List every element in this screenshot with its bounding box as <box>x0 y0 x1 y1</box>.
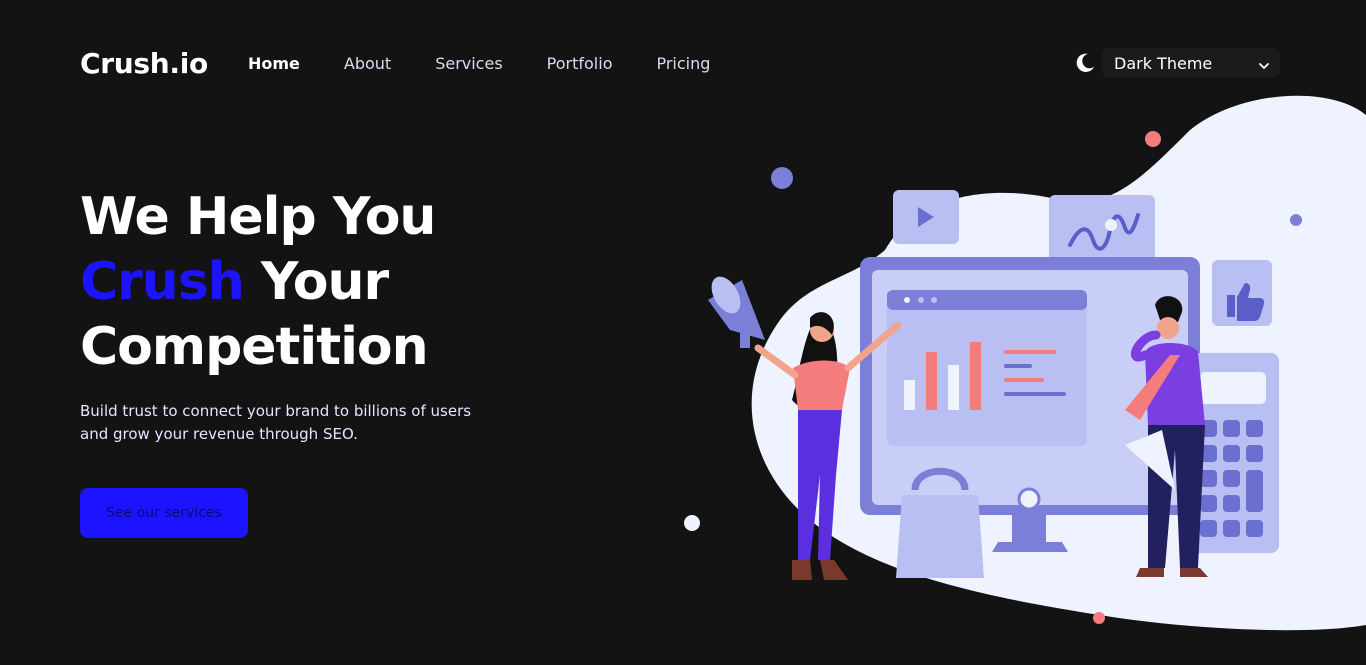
dot-small-purple <box>1290 214 1302 226</box>
marketing-illustration <box>684 95 1366 631</box>
hero-headline: We Help You Crush Your Competition <box>80 185 600 380</box>
site-header: Crush.io Home About Services Portfolio P… <box>80 40 1280 86</box>
dot-coral <box>1145 131 1161 147</box>
hero-illustration <box>670 90 1366 635</box>
logo[interactable]: Crush.io <box>80 47 208 80</box>
landing-page: Crush.io Home About Services Portfolio P… <box>0 0 1366 665</box>
headline-line-1: We Help You <box>80 187 436 247</box>
hero-description: Build trust to connect your brand to bil… <box>80 402 472 443</box>
chevron-down-icon <box>1258 57 1270 69</box>
see-services-button[interactable]: See our services <box>80 488 248 538</box>
nav-services[interactable]: Services <box>435 54 502 73</box>
nav-home[interactable]: Home <box>248 54 300 73</box>
dot-purple <box>771 167 793 189</box>
headline-line-3: Competition <box>80 317 429 377</box>
theme-select[interactable]: Dark Theme <box>1102 48 1280 78</box>
theme-switcher: Dark Theme <box>1074 48 1280 78</box>
theme-select-value: Dark Theme <box>1114 53 1213 73</box>
headline-line-2: Your <box>243 252 389 312</box>
hero-section: We Help You Crush Your Competition Build… <box>80 185 600 446</box>
headline-accent: Crush <box>80 252 245 312</box>
thumbs-up-card-icon <box>1212 260 1272 326</box>
video-card-icon <box>893 190 959 244</box>
moon-icon <box>1074 52 1096 74</box>
nav-portfolio[interactable]: Portfolio <box>547 54 613 73</box>
dot-white <box>684 515 700 531</box>
nav-pricing[interactable]: Pricing <box>656 54 710 73</box>
main-nav: Home About Services Portfolio Pricing <box>248 54 754 73</box>
dot-coral-bottom <box>1093 612 1105 624</box>
nav-about[interactable]: About <box>344 54 391 73</box>
